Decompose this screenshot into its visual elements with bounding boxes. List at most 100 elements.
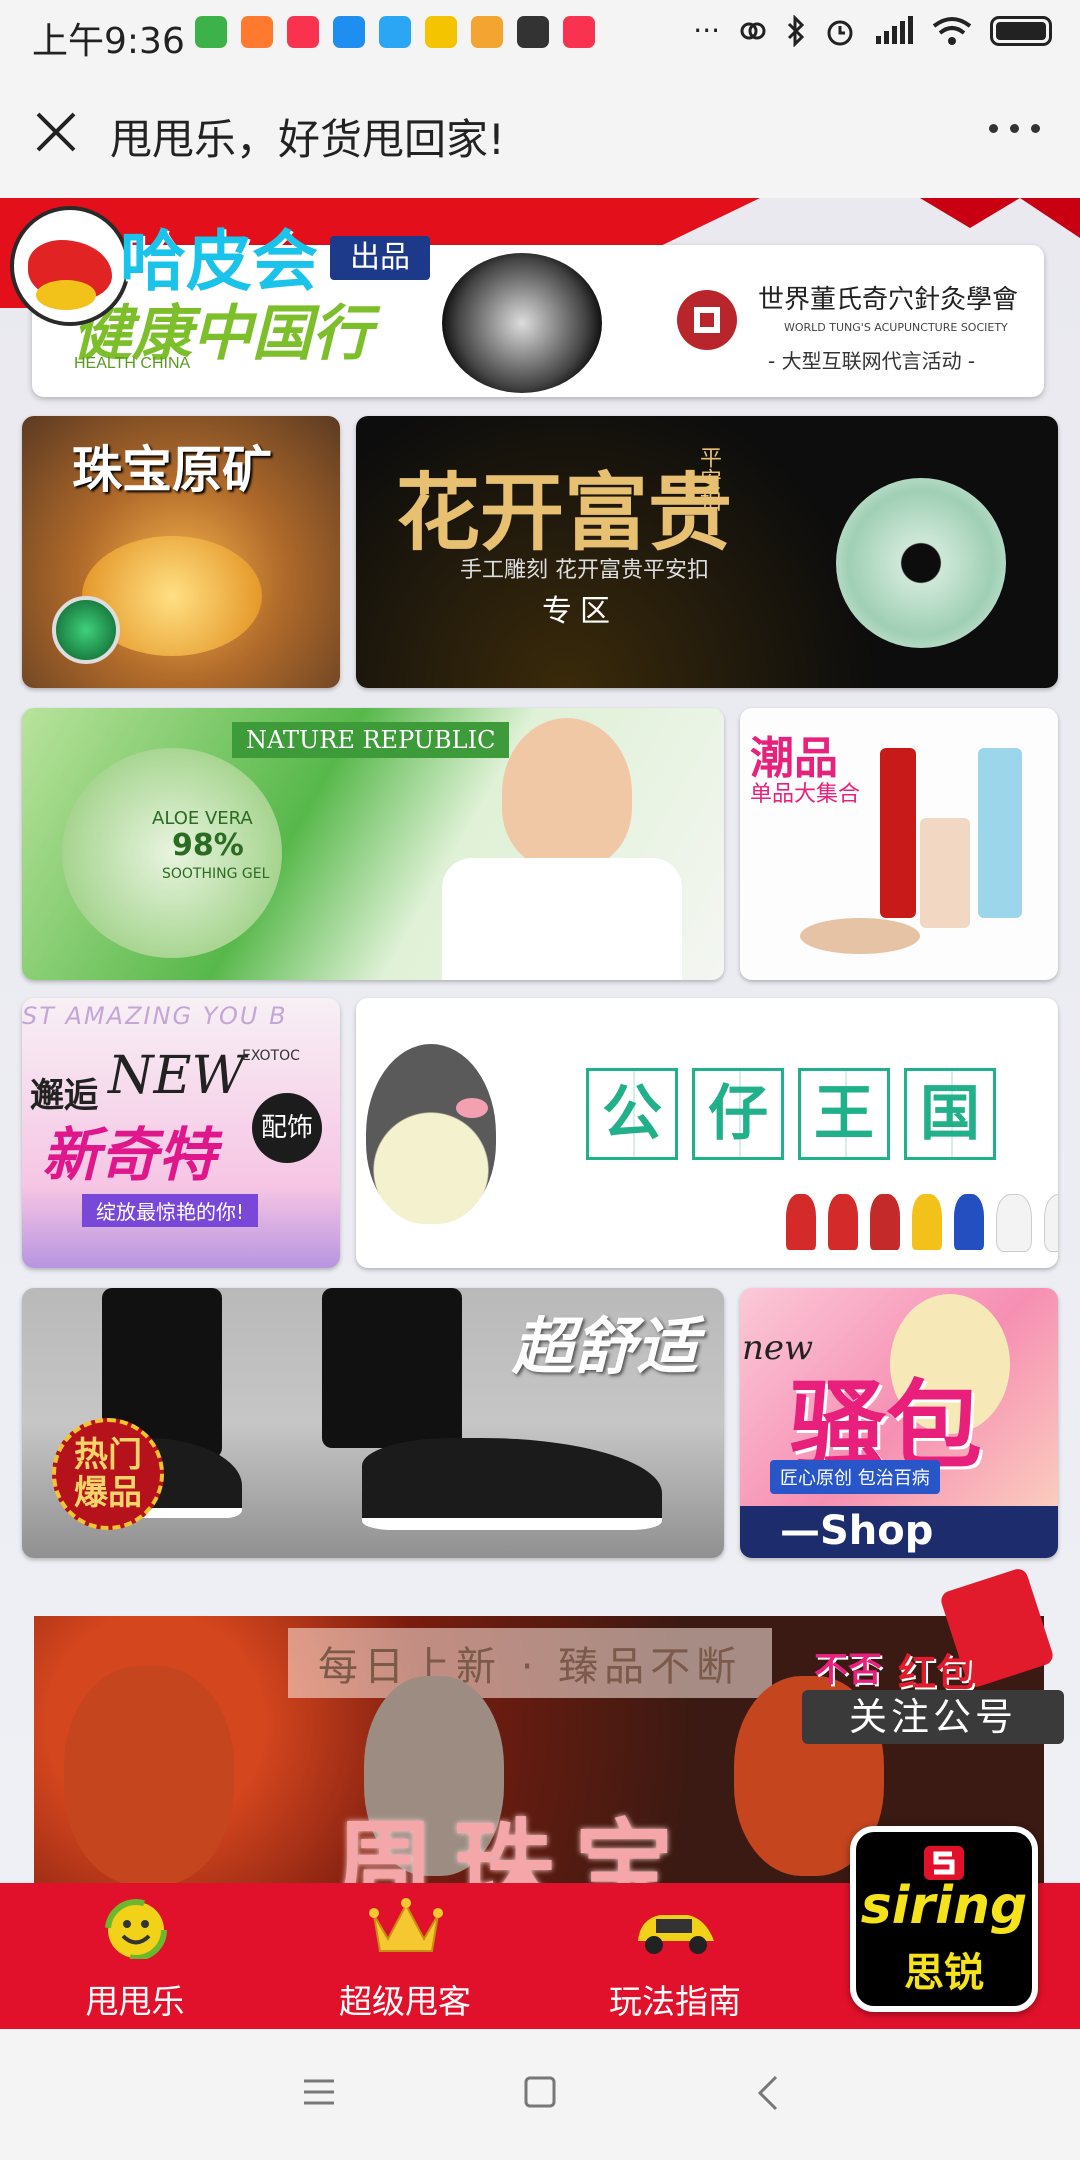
society-sub: - 大型互联网代言活动 -: [768, 349, 976, 373]
carved-stone-image: [64, 1666, 234, 1883]
video-app-icon: [287, 16, 319, 48]
bluetooth-icon: [787, 14, 805, 47]
nav-label: 玩法指南: [609, 1982, 741, 2021]
doll-figures: [786, 1194, 1058, 1252]
jewelry-title: 珠宝原矿: [72, 440, 272, 499]
notification-icons: [195, 16, 595, 48]
society-en: WORLD TUNG'S ACUPUNCTURE SOCIETY: [784, 321, 1008, 334]
nav-item-guide[interactable]: 玩法指南: [560, 1883, 790, 2029]
chat-app-icon: [425, 16, 457, 48]
doll-title-char: 公: [586, 1068, 678, 1160]
happy-logo-icon: [10, 206, 130, 326]
follow-label: 关注公号: [802, 1690, 1064, 1744]
health-china-sub: HEALTH CHINA: [74, 355, 191, 372]
acupuncture-illustration: [442, 253, 602, 393]
accessory-new: NEW: [108, 1046, 245, 1106]
status-bar: 上午9:36 ···: [0, 0, 1080, 68]
menu-icon[interactable]: [302, 2077, 336, 2107]
signal-icon: [876, 15, 913, 44]
page-title: 甩甩乐，好货甩回家!: [110, 115, 505, 164]
aloe-gel: SOOTHING GEL: [162, 866, 270, 882]
accessory-tag: 配饰: [252, 1093, 322, 1163]
happy-title: 哈皮会: [120, 223, 318, 300]
powder-image: [800, 918, 920, 954]
siring-en: siring: [860, 1876, 1028, 1936]
more-options-icon[interactable]: [989, 124, 1040, 133]
jade-subtitle: 手工雕刻 花开富贵平安扣: [460, 558, 709, 583]
jade-title: 花开富贵: [396, 463, 733, 562]
doll-title-char: 仔: [692, 1068, 784, 1160]
accessory-bg-text: ST AMAZING YOU B: [22, 1002, 288, 1030]
follow-prefix: 不否: [814, 1650, 882, 1690]
society-seal-icon: [677, 290, 737, 350]
battery-icon: [990, 15, 1052, 46]
nav-item-shuaishuale[interactable]: 甩甩乐: [20, 1883, 250, 2029]
back-icon[interactable]: [756, 2075, 780, 2111]
jade-banner[interactable]: 花开富贵 平安扣 手工雕刻 花开富贵平安扣 专区: [356, 416, 1058, 688]
society-name: 世界董氏奇穴針灸學會: [758, 285, 1019, 315]
follow-account-widget[interactable]: 不否 红包 关注公号: [802, 1566, 1064, 1744]
link-icon: [740, 22, 766, 39]
system-status: ···: [693, 14, 1052, 47]
smiley-icon: [105, 1899, 167, 1959]
video2-app-icon: [563, 16, 595, 48]
nature-label: NATURE REPUBLIC: [232, 722, 510, 758]
model-image: [502, 718, 632, 868]
bird-app-icon: [379, 16, 411, 48]
pant-leg-right-image: [322, 1288, 462, 1448]
shoes-banner[interactable]: 超舒适 热门 爆品: [22, 1288, 724, 1558]
ribbon-decoration: [820, 198, 1080, 238]
accessory-main: 新奇特: [42, 1121, 217, 1189]
sexy-shop: —Shop: [780, 1508, 934, 1554]
accessory-banner[interactable]: ST AMAZING YOU B 邂逅 NEW EXOTOC 新奇特 配饰 绽放…: [22, 998, 340, 1268]
nav-label: 甩甩乐: [85, 1982, 185, 2021]
toner-image: [978, 748, 1022, 918]
jade-pendant-image: [836, 478, 1006, 648]
produced-badge: 出品: [330, 236, 430, 280]
siring-logo[interactable]: siring 思锐: [850, 1826, 1038, 2012]
doll-title-char: 王: [798, 1068, 890, 1160]
wechat-app-icon: [195, 16, 227, 48]
title-bar: 甩甩乐，好货甩回家!: [0, 68, 1080, 199]
accessory-brand: EXOTOC: [242, 1048, 300, 1064]
system-nav-bar: [0, 2029, 1080, 2160]
hot-badge-bottom: 爆品: [74, 1473, 142, 1513]
hot-item-badge: 热门 爆品: [52, 1418, 164, 1530]
status-time: 上午9:36: [32, 21, 185, 62]
sexy-tag: 匠心原创 包治百病: [770, 1460, 940, 1494]
nav-label: 超级甩客: [339, 1982, 471, 2021]
model-shirt-image: [442, 858, 682, 980]
trend-banner[interactable]: 潮品 单品大集合: [740, 708, 1058, 980]
jewelry-banner[interactable]: 珠宝原矿: [22, 416, 340, 688]
promo-content: 健康中国行 HEALTH CHINA 世界董氏奇穴針灸學會 WORLD TUNG…: [0, 198, 1080, 1883]
foundation-image: [920, 818, 970, 928]
nav-item-super-shuaike[interactable]: 超级甩客: [290, 1883, 520, 2029]
beads-slogan: 每日上新 · 臻品不断: [288, 1628, 773, 1698]
car-icon: [638, 1915, 714, 1954]
siring-cn: 思锐: [904, 1950, 984, 1996]
accessory-slogan: 绽放最惊艳的你!: [82, 1194, 259, 1227]
cosmetic-bottle-image: [880, 748, 916, 918]
beads-title: 周珠宝: [334, 1809, 694, 1883]
doll-kingdom-banner[interactable]: 公仔王国: [356, 998, 1058, 1268]
aloe-percent: 98%: [172, 828, 244, 863]
home-icon[interactable]: [523, 2075, 557, 2109]
crown-icon: [369, 1898, 443, 1952]
cup-app-icon: [517, 16, 549, 48]
penguin-beak-image: [456, 1098, 488, 1118]
arrow-app-icon: [333, 16, 365, 48]
alarm-icon: [827, 20, 853, 45]
wifi-icon: [932, 16, 972, 45]
jade-side: 平安扣: [696, 446, 721, 512]
jade-zone: 专区: [542, 594, 618, 629]
doll-title-char: 国: [904, 1068, 996, 1160]
overflow-icon: ···: [693, 14, 720, 47]
aloe-product: ALOE VERA: [152, 808, 253, 829]
calendar-app-icon: [241, 16, 273, 48]
close-icon[interactable]: [32, 108, 80, 156]
nature-republic-banner[interactable]: NATURE REPUBLIC ALOE VERA 98% SOOTHING G…: [22, 708, 724, 980]
emerald-ring-image: [52, 596, 120, 664]
penguin-plush-image: [366, 1044, 496, 1224]
sexy-style-banner[interactable]: new 骚包 匠心原创 包治百病 —Shop: [740, 1288, 1058, 1558]
doll-kingdom-title: 公仔王国: [586, 1068, 996, 1160]
